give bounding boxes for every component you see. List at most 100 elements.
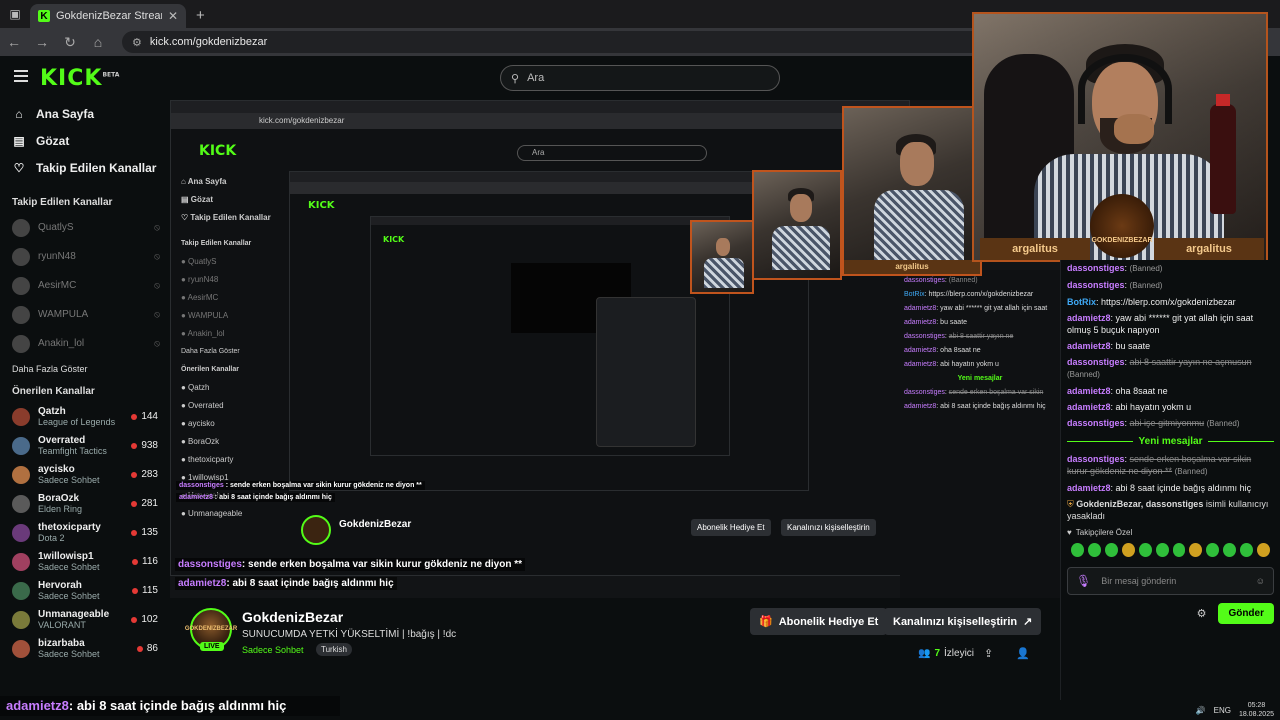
emote-icon[interactable]	[1138, 543, 1152, 557]
stream-category[interactable]: Sadece Sohbet	[242, 645, 304, 655]
viewer-number: 283	[141, 469, 158, 480]
menu-icon[interactable]	[14, 70, 28, 82]
chat-username[interactable]: adamietz8	[1067, 313, 1111, 323]
emote-icon[interactable]	[1104, 543, 1118, 557]
chat-message[interactable]: adamietz8: yaw abi ****** git yat allah …	[1061, 310, 1280, 338]
reload-icon[interactable]: ↻	[62, 34, 78, 51]
chat-username[interactable]: adamietz8	[1067, 341, 1111, 351]
recommended-channel[interactable]: Hervorah Sadece Sohbet 115	[0, 576, 170, 605]
volume-icon[interactable]: 🔊	[1196, 706, 1206, 715]
sidebar-nav-item[interactable]: ⌂ Ana Sayfa	[0, 100, 170, 127]
emote-row	[1061, 541, 1280, 559]
follow-user-icon[interactable]: 👤	[1016, 647, 1030, 660]
emote-icon[interactable]	[1172, 543, 1186, 557]
recommended-channel-name: bizarbaba	[38, 637, 85, 649]
clock-time: 05:28	[1247, 702, 1266, 709]
followed-channel[interactable]: ryunN48 ⦸	[0, 242, 170, 271]
chat-message[interactable]: adamietz8: abi hayatın yokm u	[1061, 399, 1280, 415]
home-button-icon[interactable]: ⌂	[90, 34, 106, 50]
nested-webcam-medium	[752, 170, 842, 280]
emote-icon[interactable]	[1240, 543, 1254, 557]
chat-message[interactable]: adamietz8: abi 8 saat içinde bağış aldın…	[1061, 480, 1280, 496]
gift-subscription-button[interactable]: 🎁 Abonelik Hediye Et	[750, 608, 888, 635]
viewer-number: 135	[141, 527, 158, 538]
chat-username[interactable]: adamietz8	[1067, 402, 1111, 412]
emoji-icon[interactable]: ☺	[1256, 576, 1265, 586]
avatar	[12, 276, 30, 295]
kick-logo[interactable]: KICKBETA	[40, 66, 119, 91]
chat-username[interactable]: adamietz8	[1067, 483, 1111, 493]
url-field[interactable]: ⚙ kick.com/gokdenizbezar	[122, 31, 982, 53]
chat-username[interactable]: dassonstiges	[1067, 357, 1125, 367]
emote-icon[interactable]	[1155, 543, 1169, 557]
live-dot-icon	[132, 587, 139, 594]
chat-message[interactable]: BotRix: https://blerp.com/x/gokdenizbeza…	[1061, 294, 1280, 310]
chat-deleted-text: abi işe gitmiyonmu	[1129, 418, 1205, 428]
recommended-channel[interactable]: Qatzh League of Legends 144	[0, 402, 170, 431]
followed-channel[interactable]: QuatlyS ⦸	[0, 213, 170, 242]
home-icon: ⌂	[15, 106, 23, 121]
browser-tab[interactable]: K GokdenizBezar Stream - Watch ✕	[30, 4, 186, 28]
recommended-channel[interactable]: BoraOzk Elden Ring 281	[0, 489, 170, 518]
recommended-channel[interactable]: thetoxicparty Dota 2 135	[0, 518, 170, 547]
share-icon[interactable]: ⇪	[984, 647, 993, 660]
emote-icon[interactable]	[1121, 543, 1135, 557]
emote-icon[interactable]	[1189, 543, 1203, 557]
emote-icon[interactable]	[1087, 543, 1101, 557]
chat-username[interactable]: BotRix	[1067, 297, 1096, 307]
chat-message[interactable]: adamietz8: bu saate	[1061, 338, 1280, 354]
emote-icon[interactable]	[1223, 543, 1237, 557]
followed-channel[interactable]: Anakin_lol ⦸	[0, 329, 170, 358]
emote-icon[interactable]	[1257, 543, 1271, 557]
nested-url-text: kick.com/gokdenizbezar	[259, 116, 345, 125]
recommended-channel[interactable]: Overrated Teamfight Tactics 938	[0, 431, 170, 460]
forward-icon[interactable]: →	[34, 34, 50, 50]
new-messages-divider[interactable]: Yeni mesajlar	[1067, 436, 1274, 447]
chat-username[interactable]: adamietz8	[1067, 386, 1111, 396]
chat-text: bu saate	[1115, 341, 1151, 351]
show-more-link[interactable]: Daha Fazla Göster	[0, 358, 170, 380]
chat-username[interactable]: dassonstiges	[1067, 418, 1125, 428]
chat-settings-icon[interactable]: ⚙	[1197, 607, 1207, 620]
window-menu-icon[interactable]: ▣	[4, 3, 26, 25]
chat-username[interactable]: dassonstiges	[1067, 280, 1125, 290]
emote-icon[interactable]	[1206, 543, 1220, 557]
stream-player[interactable]: kick.com/gokdenizbezar KICK Ara ⌂ Ana Sa…	[170, 100, 1060, 598]
recommended-channel-category: Sadece Sohbet	[38, 561, 100, 572]
followed-channel-name: AesirMC	[38, 280, 77, 291]
chat-message[interactable]: dassonstiges: sende erken boşalma var si…	[1061, 451, 1280, 480]
chat-username[interactable]: dassonstiges	[1067, 454, 1125, 464]
banned-label: (Banned)	[1067, 370, 1100, 379]
recommended-channel[interactable]: aycisko Sadece Sohbet 283	[0, 460, 170, 489]
emote-icon[interactable]	[1071, 543, 1084, 557]
site-info-icon[interactable]: ⚙	[132, 36, 142, 49]
language-indicator[interactable]: ENG	[1214, 706, 1231, 715]
chat-message[interactable]: adamietz8: oha 8saat ne	[1061, 383, 1280, 399]
recommended-channel[interactable]: 1willowisp1 Sadece Sohbet 116	[0, 547, 170, 576]
new-tab-icon[interactable]: +	[196, 7, 205, 24]
send-button[interactable]: Gönder	[1218, 603, 1274, 624]
followed-channel[interactable]: WAMPULA ⦸	[0, 300, 170, 329]
recommended-channel[interactable]: Unmanageable VALORANT 102	[0, 605, 170, 634]
language-tag[interactable]: Turkish	[316, 643, 352, 656]
customize-channel-button[interactable]: Kanalınızı kişiselleştirin ↗	[884, 608, 1042, 635]
nested-webcam-large: argalitus	[842, 106, 982, 276]
search-input[interactable]: ⚲ Ara	[500, 65, 780, 91]
microphone-icon[interactable]: 🎙	[1076, 574, 1091, 588]
back-icon[interactable]: ←	[6, 34, 22, 50]
recommended-channel-category: Sadece Sohbet	[38, 474, 100, 485]
sidebar-nav-item[interactable]: ▤ Gözat	[0, 127, 170, 154]
recommended-channel[interactable]: bizarbaba Sadece Sohbet 86	[0, 634, 170, 663]
followed-channel[interactable]: AesirMC ⦸	[0, 271, 170, 300]
chat-message[interactable]: dassonstiges: abi işe gitmiyonmu (Banned…	[1061, 415, 1280, 432]
clock[interactable]: 05:28 18.08.2025	[1239, 701, 1274, 719]
offline-icon: ⦸	[154, 251, 160, 261]
chat-message[interactable]: dassonstiges: abi 8 saattir yayın ne açm…	[1061, 354, 1280, 383]
chat-message[interactable]: dassonstiges: (Banned)	[1061, 260, 1280, 277]
chat-message[interactable]: dassonstiges: (Banned)	[1061, 277, 1280, 294]
chat-input[interactable]: 🎙 Bir mesaj gönderin ☺	[1067, 567, 1274, 595]
sidebar-nav-item[interactable]: ♡ Takip Edilen Kanallar	[0, 154, 170, 181]
channel-name[interactable]: GokdenizBezar	[242, 609, 343, 625]
close-tab-icon[interactable]: ✕	[168, 9, 178, 23]
chat-username[interactable]: dassonstiges	[1067, 263, 1125, 273]
